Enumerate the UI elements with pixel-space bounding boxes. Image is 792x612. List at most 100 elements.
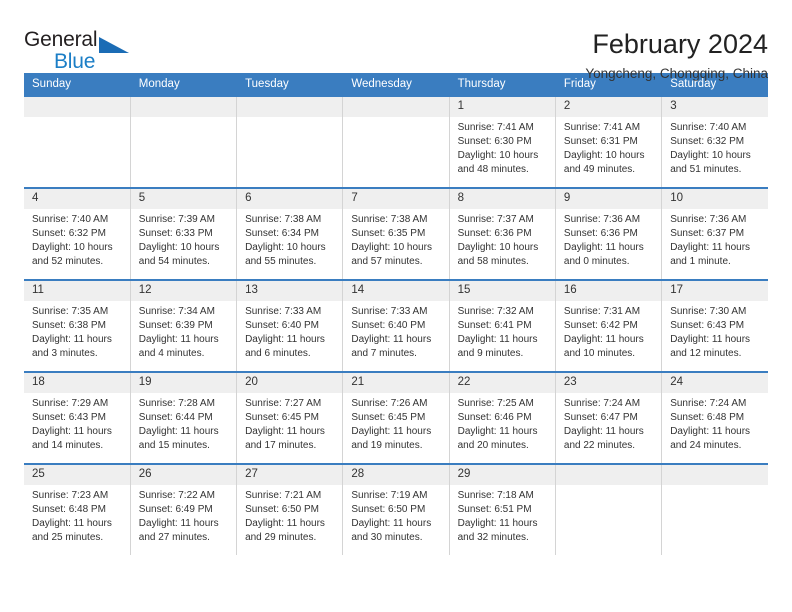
day-number: 8 xyxy=(449,189,555,209)
sunset-text: Sunset: 6:51 PM xyxy=(457,504,532,515)
day-cell[interactable]: 18 Sunrise: 7:29 AM Sunset: 6:43 PM Dayligh… xyxy=(24,371,131,464)
daylight-text: Daylight: 10 hours and 54 minutes. xyxy=(138,242,220,267)
day-number: 14 xyxy=(343,281,449,301)
day-details: Sunrise: 7:25 AM Sunset: 6:46 PM Daylight:… xyxy=(450,393,555,453)
day-cell[interactable] xyxy=(555,463,663,555)
general-blue-logo[interactable]: General Blue xyxy=(24,28,144,74)
day-details: Sunrise: 7:35 AM Sunset: 6:38 PM Daylight:… xyxy=(24,301,130,361)
day-cell[interactable]: 7 Sunrise: 7:38 AM Sunset: 6:35 PM Daylight… xyxy=(342,187,450,280)
weekday-header-sunday: Sunday xyxy=(24,73,131,96)
sunrise-text: Sunrise: 7:27 AM xyxy=(245,398,322,409)
sunset-text: Sunset: 6:40 PM xyxy=(351,320,426,331)
daylight-text: Daylight: 11 hours and 9 minutes. xyxy=(457,334,538,359)
day-cell[interactable]: 29 Sunrise: 7:18 AM Sunset: 6:51 PM Dayligh… xyxy=(449,463,556,555)
daylight-text: Daylight: 11 hours and 14 minutes. xyxy=(32,426,112,451)
day-cell[interactable]: 28 Sunrise: 7:19 AM Sunset: 6:50 PM Dayligh… xyxy=(342,463,450,555)
sunset-text: Sunset: 6:49 PM xyxy=(138,504,213,515)
sunset-text: Sunset: 6:45 PM xyxy=(245,412,319,423)
sunrise-text: Sunrise: 7:25 AM xyxy=(457,398,534,409)
sunrise-text: Sunrise: 7:35 AM xyxy=(32,306,109,317)
sunset-text: Sunset: 6:40 PM xyxy=(245,320,319,331)
daylight-text: Daylight: 11 hours and 1 minute. xyxy=(670,242,751,267)
daylight-text: Daylight: 10 hours and 51 minutes. xyxy=(670,150,751,175)
sunrise-text: Sunrise: 7:32 AM xyxy=(457,306,534,317)
sunset-text: Sunset: 6:46 PM xyxy=(457,412,532,423)
day-number xyxy=(343,97,449,117)
day-cell[interactable]: 3 Sunrise: 7:40 AM Sunset: 6:32 PM Daylight… xyxy=(661,95,768,188)
daylight-text: Daylight: 11 hours and 17 minutes. xyxy=(245,426,325,451)
day-number xyxy=(662,465,768,485)
calendar-table: Sunday Monday Tuesday Wednesday Thursday… xyxy=(24,73,768,555)
sunrise-text: Sunrise: 7:37 AM xyxy=(457,214,534,225)
day-details: Sunrise: 7:40 AM Sunset: 6:32 PM Daylight:… xyxy=(662,117,768,177)
page-header: General Blue February 2024 Yongcheng, Ch… xyxy=(24,0,768,81)
day-number: 15 xyxy=(449,281,555,301)
logo-text-general: General xyxy=(24,28,98,51)
day-cell[interactable]: 20 Sunrise: 7:27 AM Sunset: 6:45 PM Dayligh… xyxy=(236,371,344,464)
day-number: 26 xyxy=(130,465,237,485)
day-cell[interactable] xyxy=(342,95,450,188)
day-cell[interactable]: 26 Sunrise: 7:22 AM Sunset: 6:49 PM Dayligh… xyxy=(130,463,238,555)
daylight-text: Daylight: 10 hours and 49 minutes. xyxy=(563,150,645,175)
day-cell[interactable]: 21 Sunrise: 7:26 AM Sunset: 6:45 PM Dayligh… xyxy=(342,371,450,464)
day-cell[interactable]: 8 Sunrise: 7:37 AM Sunset: 6:36 PM Daylight… xyxy=(449,187,556,280)
day-number: 9 xyxy=(555,189,662,209)
day-details: Sunrise: 7:41 AM Sunset: 6:31 PM Daylight:… xyxy=(556,117,661,177)
day-cell[interactable] xyxy=(24,95,131,188)
day-number: 20 xyxy=(237,373,343,393)
day-cell[interactable]: 4 Sunrise: 7:40 AM Sunset: 6:32 PM Daylight… xyxy=(24,187,131,280)
day-number: 25 xyxy=(24,465,130,485)
day-cell[interactable]: 13 Sunrise: 7:33 AM Sunset: 6:40 PM Dayligh… xyxy=(236,279,344,372)
day-number: 1 xyxy=(449,97,555,117)
day-cell[interactable]: 19 Sunrise: 7:28 AM Sunset: 6:44 PM Dayligh… xyxy=(130,371,238,464)
sunset-text: Sunset: 6:31 PM xyxy=(563,136,638,147)
day-cell[interactable]: 14 Sunrise: 7:33 AM Sunset: 6:40 PM Dayligh… xyxy=(342,279,450,372)
day-details: Sunrise: 7:26 AM Sunset: 6:45 PM Daylight:… xyxy=(343,393,448,453)
day-cell[interactable]: 10 Sunrise: 7:36 AM Sunset: 6:37 PM Dayligh… xyxy=(661,187,768,280)
day-cell[interactable]: 17 Sunrise: 7:30 AM Sunset: 6:43 PM Dayligh… xyxy=(661,279,768,372)
day-details: Sunrise: 7:24 AM Sunset: 6:48 PM Daylight:… xyxy=(662,393,768,453)
day-cell[interactable]: 22 Sunrise: 7:25 AM Sunset: 6:46 PM Dayligh… xyxy=(449,371,556,464)
calendar-week-row: 11 Sunrise: 7:35 AM Sunset: 6:38 PM Dayligh… xyxy=(24,279,768,372)
daylight-text: Daylight: 11 hours and 25 minutes. xyxy=(32,518,112,543)
sunrise-text: Sunrise: 7:30 AM xyxy=(670,306,747,317)
sunrise-text: Sunrise: 7:29 AM xyxy=(32,398,109,409)
sunset-text: Sunset: 6:30 PM xyxy=(457,136,532,147)
day-number: 22 xyxy=(449,373,555,393)
day-cell[interactable]: 23 Sunrise: 7:24 AM Sunset: 6:47 PM Dayligh… xyxy=(555,371,663,464)
sunset-text: Sunset: 6:35 PM xyxy=(351,228,426,239)
daylight-text: Daylight: 11 hours and 6 minutes. xyxy=(245,334,325,359)
day-cell[interactable] xyxy=(661,463,768,555)
day-details: Sunrise: 7:30 AM Sunset: 6:43 PM Daylight:… xyxy=(662,301,768,361)
sunset-text: Sunset: 6:48 PM xyxy=(670,412,745,423)
sunrise-text: Sunrise: 7:36 AM xyxy=(563,214,641,225)
sunrise-text: Sunrise: 7:40 AM xyxy=(670,122,747,133)
sunrise-text: Sunrise: 7:26 AM xyxy=(351,398,428,409)
daylight-text: Daylight: 10 hours and 57 minutes. xyxy=(351,242,432,267)
day-cell[interactable]: 1 Sunrise: 7:41 AM Sunset: 6:30 PM Daylight… xyxy=(449,95,556,188)
daylight-text: Daylight: 11 hours and 27 minutes. xyxy=(138,518,219,543)
day-cell[interactable]: 12 Sunrise: 7:34 AM Sunset: 6:39 PM Dayligh… xyxy=(130,279,238,372)
day-number: 19 xyxy=(130,373,237,393)
daylight-text: Daylight: 11 hours and 29 minutes. xyxy=(245,518,325,543)
day-cell[interactable] xyxy=(236,95,344,188)
day-cell[interactable]: 24 Sunrise: 7:24 AM Sunset: 6:48 PM Dayligh… xyxy=(661,371,768,464)
day-cell[interactable]: 25 Sunrise: 7:23 AM Sunset: 6:48 PM Dayligh… xyxy=(24,463,131,555)
day-cell[interactable]: 9 Sunrise: 7:36 AM Sunset: 6:36 PM Daylight… xyxy=(555,187,663,280)
sunrise-text: Sunrise: 7:34 AM xyxy=(138,306,215,317)
day-cell[interactable]: 2 Sunrise: 7:41 AM Sunset: 6:31 PM Daylight… xyxy=(555,95,663,188)
day-cell[interactable]: 5 Sunrise: 7:39 AM Sunset: 6:33 PM Daylight… xyxy=(130,187,238,280)
day-details: Sunrise: 7:36 AM Sunset: 6:37 PM Daylight:… xyxy=(662,209,768,269)
day-cell[interactable]: 6 Sunrise: 7:38 AM Sunset: 6:34 PM Daylight… xyxy=(236,187,344,280)
day-number: 13 xyxy=(237,281,343,301)
day-cell[interactable]: 27 Sunrise: 7:21 AM Sunset: 6:50 PM Dayligh… xyxy=(236,463,344,555)
day-cell[interactable] xyxy=(130,95,238,188)
day-number: 28 xyxy=(343,465,449,485)
sunrise-text: Sunrise: 7:41 AM xyxy=(563,122,641,133)
day-cell[interactable]: 16 Sunrise: 7:31 AM Sunset: 6:42 PM Dayligh… xyxy=(555,279,663,372)
day-cell[interactable]: 11 Sunrise: 7:35 AM Sunset: 6:38 PM Dayligh… xyxy=(24,279,131,372)
day-cell[interactable]: 15 Sunrise: 7:32 AM Sunset: 6:41 PM Dayligh… xyxy=(449,279,556,372)
day-details: Sunrise: 7:33 AM Sunset: 6:40 PM Daylight:… xyxy=(343,301,448,361)
daylight-text: Daylight: 11 hours and 30 minutes. xyxy=(351,518,432,543)
day-details: Sunrise: 7:32 AM Sunset: 6:41 PM Daylight:… xyxy=(450,301,555,361)
